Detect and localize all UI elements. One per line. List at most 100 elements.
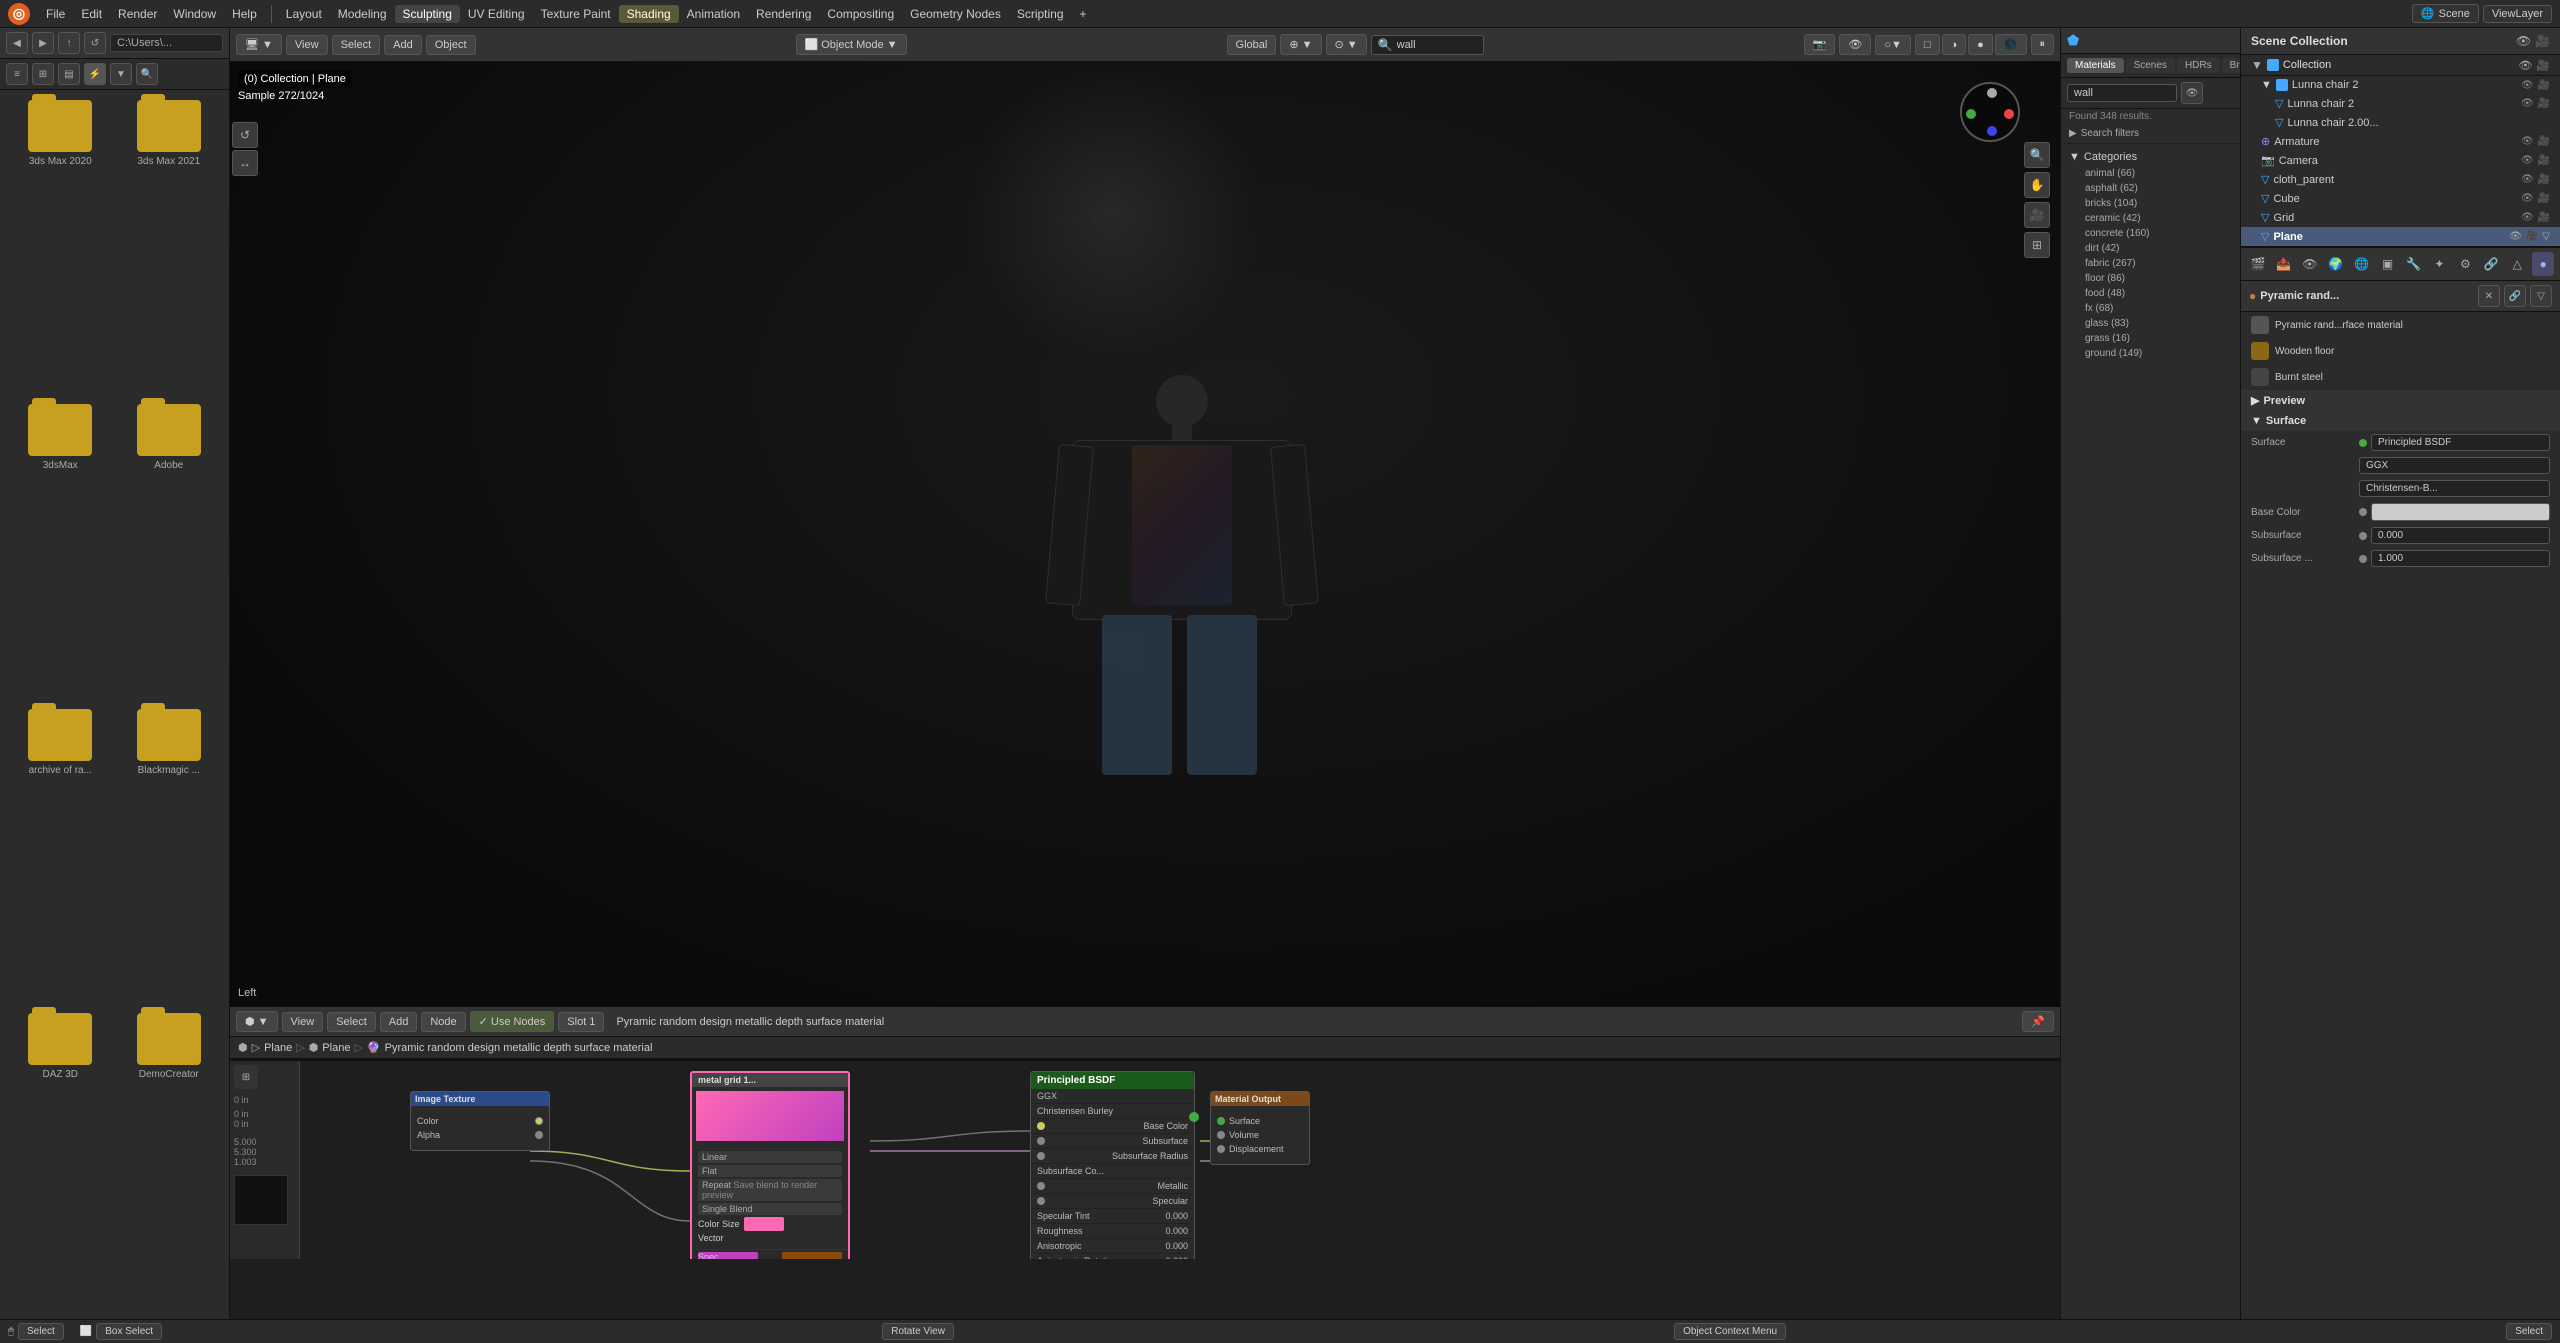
node-color-swatch[interactable]: [744, 1217, 784, 1231]
prop-icon-modifier[interactable]: 🔧: [2403, 252, 2425, 276]
prop-icon-scene[interactable]: 🌍: [2325, 252, 2347, 276]
menu-render[interactable]: Render: [110, 5, 165, 23]
node-principled-bsdf[interactable]: Principled BSDF GGX Christensen Burley B…: [1030, 1071, 1195, 1259]
sort-icon-btn[interactable]: ▼: [110, 63, 132, 85]
tab-materials[interactable]: Materials: [2067, 58, 2124, 73]
search-icon-btn[interactable]: 🔍: [136, 63, 158, 85]
mat-search-eye-btn[interactable]: 👁: [2181, 82, 2203, 104]
grid-tool[interactable]: ⊞: [2024, 232, 2050, 258]
node-material-output[interactable]: Material Output Surface Volume Displa: [1210, 1091, 1310, 1165]
prop-icon-physics[interactable]: ⚙: [2454, 252, 2476, 276]
folder-3dsmax2020[interactable]: 3ds Max 2020: [10, 100, 111, 396]
collection-item-camera[interactable]: 📷 Camera 👁 🎥: [2241, 151, 2560, 170]
folder-daz[interactable]: DAZ 3D: [10, 1013, 111, 1309]
prop-distribution-value[interactable]: GGX: [2359, 457, 2550, 474]
mat-cat-animal[interactable]: animal (66): [2069, 166, 2232, 181]
mat-filter-row[interactable]: ▶ Search filters: [2061, 124, 2240, 144]
global-transform-btn[interactable]: Global: [1227, 35, 1277, 55]
filter-icon-btn[interactable]: ⚡: [84, 63, 106, 85]
mat-cat-bricks[interactable]: bricks (104): [2069, 196, 2232, 211]
mat-search-input[interactable]: [2067, 84, 2177, 102]
workspace-texture[interactable]: Texture Paint: [533, 5, 619, 23]
node-editor-type-btn[interactable]: ⬢ ▼: [236, 1011, 278, 1032]
prop-shader-value[interactable]: Principled BSDF: [2371, 434, 2550, 451]
grab-tool[interactable]: ✋: [2024, 172, 2050, 198]
left-tool-2[interactable]: ↔: [232, 150, 258, 176]
left-panel-icon-3[interactable]: ↑: [58, 32, 80, 54]
mat-cat-food[interactable]: food (48): [2069, 286, 2232, 301]
slot-selector[interactable]: Slot 1: [558, 1012, 604, 1032]
menu-window[interactable]: Window: [165, 5, 224, 23]
bottom-node-editor[interactable]: Image Texture Color Alpha meta: [230, 1059, 2060, 1319]
tab-hdrs[interactable]: HDRs: [2177, 58, 2220, 73]
mat-prop-filter[interactable]: ▽: [2530, 285, 2552, 307]
workspace-shading[interactable]: Shading: [619, 5, 679, 23]
menu-file[interactable]: File: [38, 5, 73, 23]
use-nodes-toggle[interactable]: ✓ Use Nodes: [470, 1011, 555, 1032]
view-icon-btn[interactable]: ≡: [6, 63, 28, 85]
mat-cat-ground[interactable]: ground (149): [2069, 346, 2232, 361]
mat-cat-floor[interactable]: floor (86): [2069, 271, 2232, 286]
prop-preview-header[interactable]: ▶ Preview: [2241, 390, 2560, 411]
mat-cat-asphalt[interactable]: asphalt (62): [2069, 181, 2232, 196]
add-menu-btn[interactable]: Add: [384, 35, 422, 55]
material-btn[interactable]: ●: [1968, 34, 1993, 55]
workspace-geometry[interactable]: Geometry Nodes: [902, 5, 1009, 23]
snap-btn[interactable]: ⊕ ▼: [1280, 34, 1321, 55]
select-bottom-btn[interactable]: Select: [2506, 1323, 2552, 1340]
prop-icon-render[interactable]: 🎬: [2247, 252, 2269, 276]
prop-icon-material[interactable]: ●: [2532, 252, 2554, 276]
prop-subsurface2-value[interactable]: 1.000: [2371, 550, 2550, 567]
prop-icon-world[interactable]: 🌐: [2351, 252, 2373, 276]
mat-cat-dirt[interactable]: dirt (42): [2069, 241, 2232, 256]
node-texture[interactable]: Image Texture Color Alpha: [410, 1091, 550, 1151]
workspace-animation[interactable]: Animation: [679, 5, 748, 23]
camera-tool[interactable]: 🎥: [2024, 202, 2050, 228]
mat-cat-fx[interactable]: fx (68): [2069, 301, 2232, 316]
prop-icon-particles[interactable]: ✦: [2428, 252, 2450, 276]
node-node-btn[interactable]: Node: [421, 1012, 465, 1032]
collection-arrow[interactable]: ▼: [2251, 58, 2263, 72]
workspace-rendering[interactable]: Rendering: [748, 5, 819, 23]
left-tool-1[interactable]: ↺: [232, 122, 258, 148]
prop-icon-view[interactable]: 👁: [2299, 252, 2321, 276]
node-select-btn[interactable]: Select: [327, 1012, 376, 1032]
workspace-sculpting[interactable]: Sculpting: [395, 5, 460, 23]
solid-btn[interactable]: ◑: [1942, 34, 1967, 55]
prop-icon-data[interactable]: △: [2506, 252, 2528, 276]
left-panel-icon-2[interactable]: ▶: [32, 32, 54, 54]
scene-selector[interactable]: 🌐 Scene: [2412, 4, 2479, 23]
prop-subsurface-value[interactable]: 0.000: [2371, 527, 2550, 544]
mat-prop-link[interactable]: 🔗: [2504, 285, 2526, 307]
list-icon-btn[interactable]: ▤: [58, 63, 80, 85]
node-view-btn[interactable]: View: [282, 1012, 324, 1032]
camera-btn[interactable]: 📷: [1804, 34, 1836, 55]
overlay-btn[interactable]: ○▼: [1875, 35, 1911, 55]
mat-list-item-steel[interactable]: Burnt steel: [2241, 364, 2560, 390]
object-menu-btn[interactable]: Object: [426, 35, 476, 55]
mat-cat-concrete[interactable]: concrete (160): [2069, 226, 2232, 241]
view-menu-btn[interactable]: View: [286, 35, 328, 55]
collection-item-lunna2[interactable]: ▽ Lunna chair 2 👁 🎥: [2241, 94, 2560, 113]
mat-list-item-wood[interactable]: Wooden floor: [2241, 338, 2560, 364]
collection-item-cube[interactable]: ▽ Cube 👁 🎥: [2241, 189, 2560, 208]
left-panel-icon-1[interactable]: ◀: [6, 32, 28, 54]
node-pin-btn[interactable]: 📌: [2022, 1011, 2054, 1032]
box-select-btn[interactable]: Box Select: [96, 1323, 162, 1340]
collection-item-cloth[interactable]: ▽ cloth_parent 👁 🎥: [2241, 170, 2560, 189]
workspace-layout[interactable]: Layout: [278, 5, 330, 23]
object-mode-btn[interactable]: ⬜ Object Mode ▼: [796, 34, 907, 55]
rotate-view-btn[interactable]: Rotate View: [882, 1323, 954, 1340]
camera-icon-sc[interactable]: 🎥: [2535, 34, 2550, 48]
editor-type-btn[interactable]: 🖥 ▼: [236, 34, 282, 55]
proportional-btn[interactable]: ⊙ ▼: [1326, 34, 1367, 55]
select-btn[interactable]: Select: [18, 1323, 64, 1340]
folder-3dsmax2021[interactable]: 3ds Max 2021: [119, 100, 220, 396]
top-viewport[interactable]: (0) Collection | Plane Sample 272/1024 🔍…: [230, 62, 2060, 1007]
eye-icon-coll[interactable]: 👁: [2518, 59, 2532, 72]
render-preview-btn[interactable]: 👁: [1839, 34, 1871, 55]
add-workspace-btn[interactable]: +: [1072, 5, 1095, 23]
path-input[interactable]: C:\Users\...: [110, 34, 223, 52]
viewport-search-input[interactable]: [1397, 39, 1477, 51]
viewport-search[interactable]: 🔍: [1371, 35, 1484, 55]
